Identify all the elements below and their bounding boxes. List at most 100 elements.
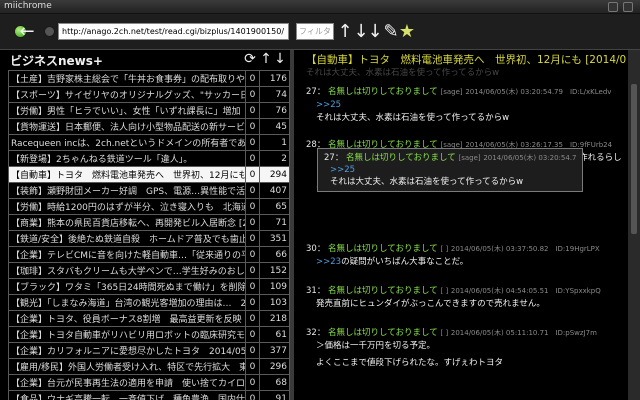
thread-row[interactable]: 【土産】吉野家株主総会で「牛丼お食事券」の配布取りやめ 出席者…0176 bbox=[8, 70, 290, 87]
thread-row[interactable]: 【企業】テレビCMに音を向けた軽自動車…「従来通りの平凡方式…066 bbox=[8, 246, 290, 263]
post-number[interactable]: 30： bbox=[306, 244, 325, 254]
popup-post-number: 27： bbox=[324, 153, 344, 163]
thread-count-cell: 109 bbox=[259, 278, 290, 295]
thread-new-cell: 0 bbox=[245, 118, 260, 135]
post-meta: 2014/06/05(木) 03:20:54.79 ID:L/xKLedv bbox=[465, 88, 612, 96]
anchor-link[interactable]: >>23 bbox=[316, 257, 341, 267]
scrollbar-thumb[interactable] bbox=[631, 84, 637, 234]
list-down-icon[interactable]: ↓ bbox=[272, 51, 288, 67]
post-mail: [ ] bbox=[440, 287, 449, 295]
thread-count-cell: 152 bbox=[259, 262, 290, 279]
thread-new-cell: 0 bbox=[245, 326, 260, 343]
close-button[interactable] bbox=[623, 2, 633, 12]
thread-count-cell: 1 bbox=[259, 134, 290, 151]
post-meta: 2014/06/05(木) 03:37:50.82 ID:19HgrLPX bbox=[450, 245, 600, 253]
thread-title: 【自動車】トヨタ 燃料電池車発売へ 世界初、12月にも [2014/06/04] bbox=[306, 54, 626, 66]
thread-title-cell: 【土産】吉野家株主総会で「牛丼お食事券」の配布取りやめ 出席者… bbox=[8, 70, 246, 87]
thread-row[interactable]: 【企業】カリフォルニアに愛想尽かしたトヨタ 2014/05/16 0 377 bbox=[8, 342, 290, 359]
thread-row[interactable]: 【労働】時給1200円のはずが半分、泣き寝入りも 北海道等「ブラック…065 bbox=[8, 198, 290, 215]
thread-row[interactable]: Racequeen incは、2ch.netというドメインの所有者であり 0 1 bbox=[8, 134, 290, 151]
thread-new-cell: 0 bbox=[245, 230, 260, 247]
post: 30： 名無しは切りしておりまして [ ] 2014/06/05(木) 03:3… bbox=[306, 243, 626, 269]
thread-count-cell: 296 bbox=[259, 358, 290, 375]
filter-input[interactable]: フィルタ bbox=[296, 23, 334, 40]
refresh-icon[interactable]: ⟳ bbox=[242, 51, 258, 67]
thread-count-cell: 2 bbox=[259, 150, 290, 167]
board-title: ビジネスnews+ bbox=[10, 54, 103, 68]
popup-poster-name: 名無しは切りしておりまして bbox=[346, 153, 456, 163]
thread-new-cell: 0 bbox=[245, 214, 260, 231]
anchor-link[interactable]: >>25 bbox=[316, 100, 341, 110]
thread-title-cell: 【装飾】瀬野財団メーカー好調 GPS、電源…異性能で活路 [201… bbox=[8, 182, 246, 199]
thread-row[interactable]: 【珈琲】スタバもクリームも大学ペンで…学生好みのおしゃれなカフェ、キャン…015… bbox=[8, 262, 290, 279]
thread-new-cell: 0 bbox=[245, 342, 260, 359]
thread-count-cell: 66 bbox=[259, 246, 290, 263]
thread-row[interactable]: 【スポーツ】サイゼリヤのオリジナルグッズ、"サッカー日本代表オフィシャル…074 bbox=[8, 86, 290, 103]
thread-row[interactable]: 【労働】男性「ヒラでいい」、女性「いずれ課長に」増加 2014/05/21076 bbox=[8, 102, 290, 119]
favorite-star-icon[interactable]: ★ bbox=[396, 20, 418, 44]
thread-new-cell: 0 bbox=[245, 86, 260, 103]
post-mail: [ ] bbox=[440, 245, 449, 253]
thread-title-cell: 【観光】「しまなみ海道」台湾の観光客増加の理由は… 2014/05/24 bbox=[8, 294, 246, 311]
thread-title-cell: 【珈琲】スタバもクリームも大学ペンで…学生好みのおしゃれなカフェ、キャン… bbox=[8, 262, 246, 279]
thread-count-cell: 45 bbox=[259, 118, 290, 135]
post-number[interactable]: 32： bbox=[306, 328, 325, 338]
thread-count-cell: 68 bbox=[259, 374, 290, 391]
thread-row[interactable]: 【装飾】瀬野財団メーカー好調 GPS、電源…異性能で活路 [201…0407 bbox=[8, 182, 290, 199]
thread-count-cell: 176 bbox=[259, 70, 290, 87]
thread-row[interactable]: 【企業】台元が民事再生法の適用を申請 使い捨てカイロの「ホッカイ…068 bbox=[8, 374, 290, 391]
thread-title-cell: 【労働】時給1200円のはずが半分、泣き寝入りも 北海道等「ブラック… bbox=[8, 198, 246, 215]
thread-count-cell: 74 bbox=[259, 86, 290, 103]
thread-row[interactable]: 【商業】熊本の県民百貨店移転へ、再開発ビル入居断念 [2014/05/30]07… bbox=[8, 214, 290, 231]
thread-count-cell: 294 bbox=[259, 166, 290, 183]
thread-title-cell: 【鉄道/安全】後絶たぬ鉄道自殺 ホームドア普及でも歯止めかからず… bbox=[8, 230, 246, 247]
thread-title-cell: 【貨物運送】日本郵便、法人向け小型物品配送の新サービス「ゆうパケ… bbox=[8, 118, 246, 135]
thread-new-cell: 0 bbox=[245, 278, 260, 295]
thread-row[interactable]: 【鉄道/安全】後絶たぬ鉄道自殺 ホームドア普及でも歯止めかからず…0351 bbox=[8, 230, 290, 247]
post-meta: 2014/06/05(木) 04:54:05.51 ID:YSpxxkpQ bbox=[450, 287, 601, 295]
thread-title-cell: 【食品】ウナギ高騰一転、一斉値下げ 種魚豊漁 国内仕込み量倍増… bbox=[8, 390, 246, 400]
minimize-button[interactable] bbox=[608, 2, 618, 12]
thread-row[interactable]: 【貨物運送】日本郵便、法人向け小型物品配送の新サービス「ゆうパケ…045 bbox=[8, 118, 290, 135]
popup-anchor-link[interactable]: >>25 bbox=[330, 165, 355, 175]
thread-scrollbar[interactable] bbox=[628, 50, 640, 400]
title-bar: miichrome bbox=[0, 0, 640, 14]
thread-row[interactable]: 【ブラック】ワタミ「365日24時間死ぬまで働け」を削除 2014/05/210… bbox=[8, 278, 290, 295]
post-body: の疑問がいちばん大事なことだ。 bbox=[341, 257, 469, 267]
url-input[interactable]: http://anago.2ch.net/test/read.cgi/bizpl… bbox=[58, 23, 289, 40]
post-body: ＞価格は一千万円を切る予定。 bbox=[316, 341, 436, 351]
post-meta: 2014/06/05(木) 05:11:10.71 ID:pSwzJ7m bbox=[450, 329, 597, 337]
thread-new-cell: 0 bbox=[245, 246, 260, 263]
thread-list: 【土産】吉野家株主総会で「牛丼お食事券」の配布取りやめ 出席者…0176【スポー… bbox=[8, 70, 290, 400]
post: 27： 名無しは切りしておりまして [sage] 2014/06/05(木) 0… bbox=[306, 86, 626, 125]
post-number[interactable]: 31： bbox=[306, 286, 325, 296]
thread-count-cell: 76 bbox=[259, 102, 290, 119]
faded-post-line: それは大丈夫、水素は石油を使って作ってるからw bbox=[306, 68, 500, 78]
thread-count-cell: 91 bbox=[259, 390, 290, 400]
thread-row[interactable]: 【自動車】トヨタ 燃料電池車発売へ 世界初、12月にも [2014/06/04]… bbox=[8, 166, 290, 183]
thread-new-cell: 0 bbox=[245, 102, 260, 119]
thread-title-cell: 【企業】テレビCMに音を向けた軽自動車…「従来通りの平凡方式… bbox=[8, 246, 246, 263]
back-arrow-icon[interactable]: ← bbox=[16, 20, 38, 44]
window-title: miichrome bbox=[4, 1, 52, 11]
thread-title-cell: 【新登場】2ちゃんねる鉄道ツール「違人」。 bbox=[8, 150, 246, 167]
thread-row[interactable]: 【新登場】2ちゃんねる鉄道ツール「違人」。 0 2 bbox=[8, 150, 290, 167]
thread-row[interactable]: 【食品】ウナギ高騰一転、一斉値下げ 種魚豊漁 国内仕込み量倍増…091 bbox=[8, 390, 290, 400]
post-body: それは大丈夫、水素は石油を使って作ってるからw bbox=[316, 113, 510, 123]
thread-row[interactable]: 【観光】「しまなみ海道」台湾の観光客増加の理由は… 2014/05/240103 bbox=[8, 294, 290, 311]
reply-popup: 27： 名無しは切りしておりまして [sage] 2014/06/05(木) 0… bbox=[317, 148, 583, 192]
post-number[interactable]: 27： bbox=[306, 87, 325, 97]
thread-count-cell: 71 bbox=[259, 214, 290, 231]
toolbar: ← http://anago.2ch.net/test/read.cgi/biz… bbox=[0, 14, 640, 50]
thread-count-cell: 218 bbox=[259, 310, 290, 327]
thread-row[interactable]: 【企業】トヨタ、役員ボーナス8割増 最高益更新を反映 2014/05/28021… bbox=[8, 310, 290, 327]
thread-new-cell: 0 bbox=[245, 358, 260, 375]
post: 31： 名無しは切りしておりまして [ ] 2014/06/05(木) 04:5… bbox=[306, 285, 626, 311]
thread-row[interactable]: 【企業】トヨタ自動車がリハビリ用ロボットの臨床研究モデルを発表…061 bbox=[8, 326, 290, 343]
thread-row[interactable]: 【雇用/移民】外国人労働者受け入れ、特区で先行拡大 東事人材・起…0296 bbox=[8, 358, 290, 375]
thread-count-cell: 65 bbox=[259, 198, 290, 215]
popup-meta: 2014/06/05(木) 03:20:54.79 ID:L/xKLedv bbox=[483, 154, 576, 162]
stop-icon[interactable] bbox=[44, 26, 55, 37]
thread-new-cell: 0 bbox=[245, 198, 260, 215]
thread-count-cell: 407 bbox=[259, 182, 290, 199]
